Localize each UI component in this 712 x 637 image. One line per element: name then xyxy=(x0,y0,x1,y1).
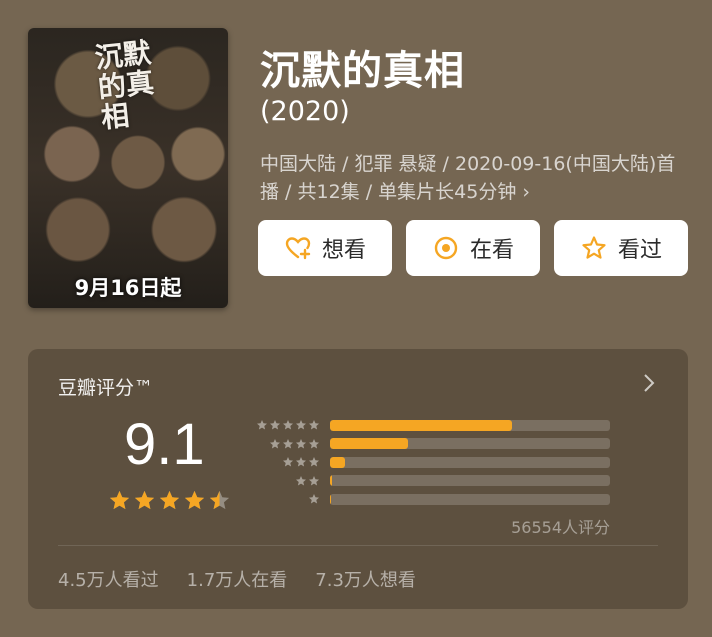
stat-want[interactable]: 7.3万人想看 xyxy=(315,566,416,592)
dist-stars xyxy=(250,493,320,505)
small-star-icon xyxy=(296,475,306,486)
watched-label: 看过 xyxy=(617,238,662,263)
rating-card[interactable]: 豆瓣评分™ 9.1 56554人评分 4.5万人看过 1.7万人在看 7.3万人… xyxy=(28,349,688,609)
small-star-icon xyxy=(309,457,319,467)
dist-bar-track xyxy=(330,493,610,505)
stat-watched[interactable]: 4.5万人看过 xyxy=(58,566,159,592)
show-meta-text: 中国大陆 / 犯罪 悬疑 / 2020-09-16(中国大陆)首播 / 共12集… xyxy=(260,153,676,203)
rating-stars xyxy=(108,489,231,512)
want-to-watch-label: 想看 xyxy=(321,238,366,263)
rating-star-icon xyxy=(209,490,230,510)
rating-distribution-row xyxy=(250,472,610,491)
watching-button[interactable]: 在看 xyxy=(406,220,540,276)
rating-distribution-row xyxy=(250,490,610,509)
small-star-icon xyxy=(270,420,280,430)
small-star-icon xyxy=(270,438,280,449)
heart-plus-icon xyxy=(285,237,311,260)
rating-distribution xyxy=(250,416,610,509)
dist-stars xyxy=(250,438,320,450)
watch-stats: 4.5万人看过 1.7万人在看 7.3万人想看 xyxy=(58,566,416,592)
dist-stars xyxy=(250,419,320,431)
small-star-icon xyxy=(309,475,319,486)
small-star-icon xyxy=(296,438,306,449)
rating-count: 56554人评分 xyxy=(511,518,610,537)
rating-star-icon xyxy=(184,490,205,510)
dist-bar-fill xyxy=(330,475,332,487)
rating-star-icon xyxy=(109,490,130,510)
small-star-icon xyxy=(283,457,293,467)
watching-label: 在看 xyxy=(469,238,514,263)
target-circle-icon xyxy=(434,236,458,260)
dist-stars xyxy=(250,475,320,487)
watched-button[interactable]: 看过 xyxy=(554,220,688,276)
dist-bar-fill xyxy=(330,493,331,505)
divider xyxy=(58,545,658,546)
small-star-icon xyxy=(257,420,267,430)
dist-bar-fill xyxy=(330,419,512,431)
release-year: (2020) xyxy=(260,96,350,127)
stat-watching[interactable]: 1.7万人在看 xyxy=(187,566,288,592)
rating-label: 豆瓣评分™ xyxy=(58,377,154,399)
dist-bar-track xyxy=(330,438,610,450)
rating-score: 9.1 xyxy=(124,412,205,477)
poster-date-text: 9月16日起 xyxy=(74,276,182,300)
chevron-right-icon: › xyxy=(522,181,530,203)
show-meta[interactable]: 中国大陆 / 犯罪 悬疑 / 2020-09-16(中国大陆)首播 / 共12集… xyxy=(260,150,692,206)
dist-bar-fill xyxy=(330,438,409,450)
rating-distribution-row xyxy=(250,453,610,472)
want-to-watch-button[interactable]: 想看 xyxy=(258,220,392,276)
rating-distribution-row xyxy=(250,416,610,435)
small-star-icon xyxy=(283,420,293,430)
poster-calligraphy: 沉默的真相 xyxy=(93,36,156,135)
small-star-icon xyxy=(309,420,319,430)
dist-bar-track xyxy=(330,419,610,431)
page-title: 沉默的真相 xyxy=(260,48,465,94)
chevron-right-icon[interactable] xyxy=(640,371,658,395)
dist-bar-track xyxy=(330,475,610,487)
dist-bar-track xyxy=(330,456,610,468)
rating-distribution-row xyxy=(250,435,610,454)
rating-star-icon xyxy=(134,490,155,510)
small-star-icon xyxy=(283,438,293,449)
dist-stars xyxy=(250,456,320,468)
poster-image[interactable]: 沉默的真相 9月16日起 xyxy=(28,28,228,308)
small-star-icon xyxy=(296,457,306,467)
star-outline-icon xyxy=(582,236,606,259)
small-star-icon xyxy=(296,420,306,430)
dist-bar-fill xyxy=(330,456,346,468)
small-star-icon xyxy=(309,494,319,504)
action-buttons: 想看 在看 看过 xyxy=(258,220,688,276)
small-star-icon xyxy=(309,438,319,449)
rating-star-icon xyxy=(159,490,180,510)
